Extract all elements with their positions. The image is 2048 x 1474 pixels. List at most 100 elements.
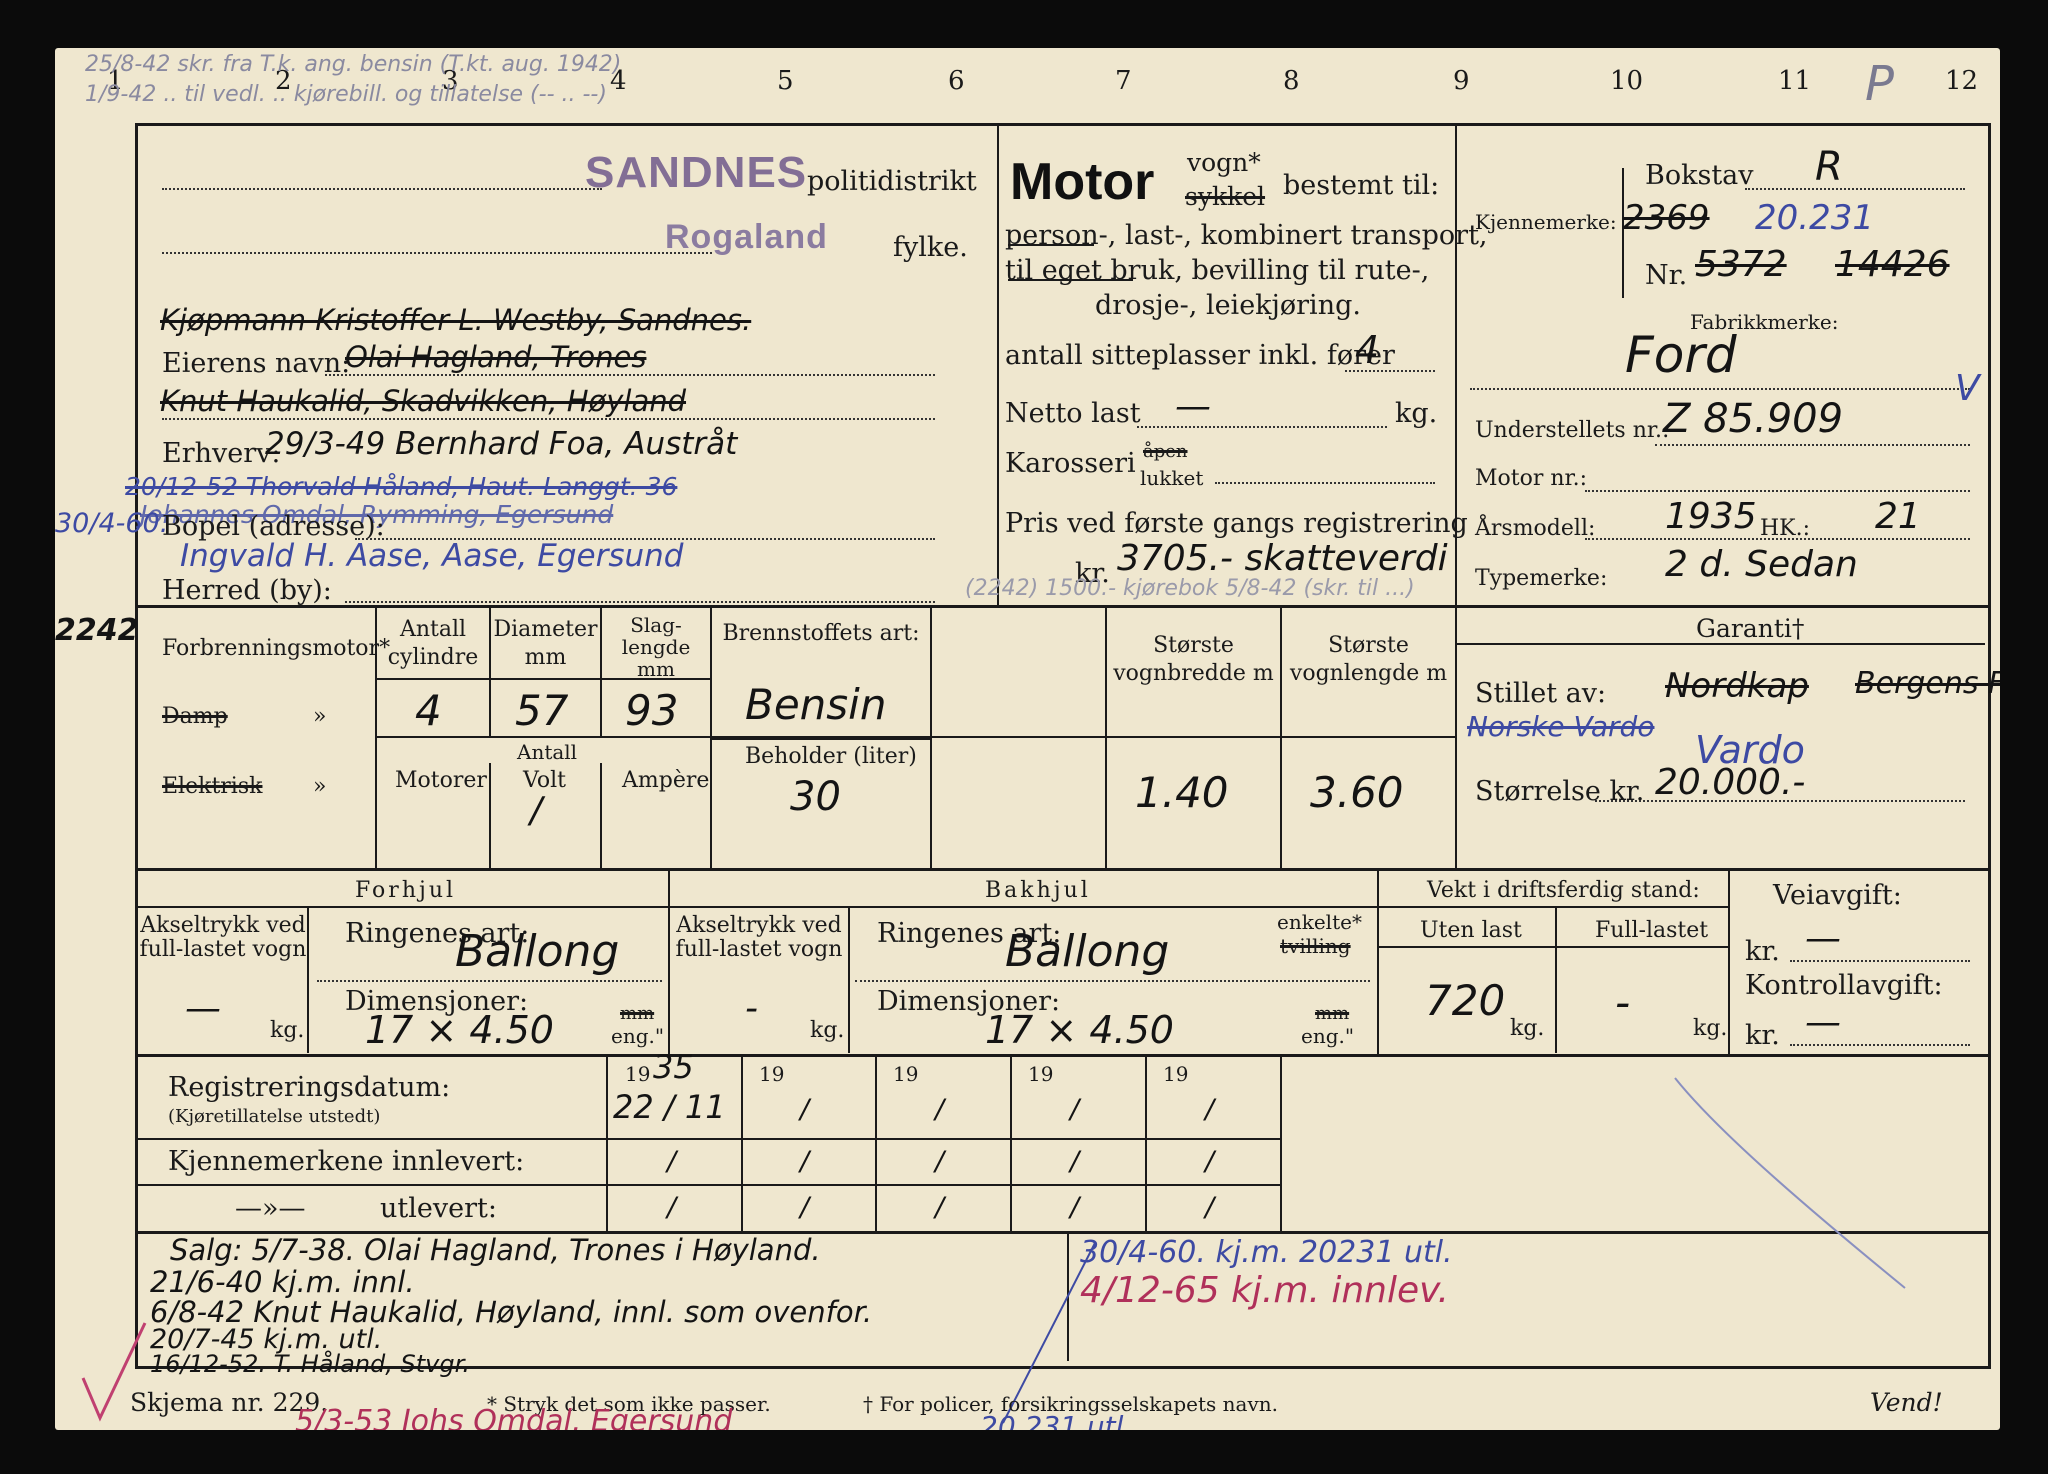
antall-label: Antall xyxy=(517,740,578,764)
elektrisk-label: Elektrisk xyxy=(162,774,263,799)
top-note-1: 25/8-42 skr. fra T.k. ang. bensin (T.kt.… xyxy=(85,52,622,77)
column-number: 7 xyxy=(1115,66,1132,96)
nr-new: 14426 xyxy=(1835,244,1950,285)
tvilling-label: tvilling xyxy=(1280,934,1351,958)
registration-card: 1 2 3 4 5 6 7 8 9 10 11 12 25/8-42 skr. … xyxy=(55,48,2000,1430)
eng-unit: eng." xyxy=(1301,1024,1355,1048)
year-label: Årsmodell: xyxy=(1475,516,1596,541)
letter-label: Bokstav xyxy=(1645,160,1754,191)
date-slash: / xyxy=(1205,1146,1215,1177)
seats-label: antall sitteplasser inkl. fører xyxy=(1005,340,1395,371)
body-closed: lukket xyxy=(1140,466,1204,490)
length-value: 3.60 xyxy=(1310,768,1404,817)
ditto-label: —»— xyxy=(235,1193,306,1224)
reg-date-label: Registreringsdatum: xyxy=(168,1072,451,1103)
cylinders-value: 4 xyxy=(415,686,442,735)
width-value: 1.40 xyxy=(1135,768,1229,817)
column-number: 10 xyxy=(1610,66,1644,96)
diameter-value: 57 xyxy=(515,686,569,735)
column-number: 6 xyxy=(948,66,965,96)
police-district-stamp: SANDNES xyxy=(585,148,808,197)
year-prefix: 19 xyxy=(759,1062,785,1086)
date-slash: / xyxy=(1070,1192,1080,1223)
nr-label: Nr. xyxy=(1645,260,1688,291)
year-value: 1935 xyxy=(1665,496,1757,537)
date-slash: / xyxy=(800,1192,810,1223)
hp-value: 21 xyxy=(1875,496,1921,537)
control-fee-value: — xyxy=(1805,1002,1841,1043)
year-prefix: 19 xyxy=(1163,1062,1189,1086)
weight-title: Vekt i driftsferdig stand: xyxy=(1427,878,1700,903)
owner-struck-1: Kjøpmann Kristoffer L. Westby, Sandnes. xyxy=(160,303,752,337)
date-slash: / xyxy=(1205,1192,1215,1223)
kr-label: kr. xyxy=(1745,936,1780,967)
motor-vogn: vogn* xyxy=(1187,148,1261,177)
damp-label: Damp xyxy=(162,704,228,729)
column-number: 8 xyxy=(1283,66,1300,96)
chassis-value: Z 85.909 xyxy=(1663,396,1844,442)
cylinders-header: Antall cylindre xyxy=(387,617,479,670)
kg-unit: kg. xyxy=(270,1018,305,1043)
owner-label: Eierens navn: xyxy=(162,348,351,379)
body-label: Karosseri xyxy=(1005,448,1136,479)
owner-struck-2: Olai Hagland, Trones xyxy=(345,340,647,374)
red-bottom-note: 5/3-53 Johs Omdal, Egersund xyxy=(295,1404,733,1430)
weight-full-value: - xyxy=(1615,978,1631,1027)
engine-no-label: Motor nr.: xyxy=(1475,466,1588,491)
turn-label: Vend! xyxy=(1870,1388,1943,1417)
motor-intended: bestemt til: xyxy=(1283,170,1440,201)
front-wheel-title: Forhjul xyxy=(355,878,457,903)
weight-empty-value: 720 xyxy=(1425,976,1506,1025)
note-line-2: 21/6-40 kj.m. innl. xyxy=(150,1265,415,1299)
plates-out-label: utlevert: xyxy=(380,1193,497,1224)
kr-label: kr. xyxy=(1745,1020,1780,1051)
column-number: 5 xyxy=(777,66,794,96)
year-prefix: 19 xyxy=(1028,1062,1054,1086)
police-district-label: politidistrikt xyxy=(807,166,977,197)
guarantee-size-label: Størrelse kr. xyxy=(1475,776,1645,807)
blue-struck-owner: 20/12-52 Thorvald Håland, Haut. Langgt. … xyxy=(125,472,678,501)
nr-old: 5372 xyxy=(1695,244,1787,285)
eng-unit: eng." xyxy=(611,1024,665,1048)
plates-in-label: Kjennemerkene innlevert: xyxy=(168,1146,525,1177)
blue-bottom-note: 20.231 utl. xyxy=(980,1410,1133,1430)
municipality-label: Herred (by): xyxy=(162,575,332,606)
motor-title: Motor xyxy=(1010,153,1155,211)
mm-unit: mm xyxy=(620,1003,655,1024)
tank-value: 30 xyxy=(790,774,841,820)
transport-types-2: til eget bruk, bevilling til rute-, xyxy=(1005,255,1430,286)
guarantee-size-value: 20.000.- xyxy=(1655,762,1806,803)
enkelte-label: enkelte* xyxy=(1277,910,1362,934)
tank-label: Beholder (liter) xyxy=(745,744,917,769)
column-number: 9 xyxy=(1453,66,1470,96)
stroke-value: 93 xyxy=(625,686,679,735)
rear-ring-value: Ballong xyxy=(1005,926,1170,977)
top-note-2: 1/9-42 .. til vedl. .. kjørebill. og til… xyxy=(85,82,607,107)
date-slash: / xyxy=(667,1146,677,1177)
county-label: fylke. xyxy=(893,232,968,263)
seats-value: 4 xyxy=(1355,328,1380,372)
width-header: Største vognbredde m xyxy=(1113,633,1274,686)
fuel-header: Brennstoffets art: xyxy=(722,621,920,646)
chassis-label: Understellets nr.: xyxy=(1475,418,1670,443)
first-reg-year: 35 xyxy=(653,1048,694,1086)
rear-axle-load-value: - xyxy=(745,988,758,1029)
front-axle-load-label: Akseltrykk ved full-lastet vogn xyxy=(139,913,307,962)
combustion-label: Forbrenningsmotor* xyxy=(162,636,391,661)
column-number: 11 xyxy=(1778,66,1812,96)
year-prefix: 19 xyxy=(893,1062,919,1086)
make-value: Ford xyxy=(1625,326,1737,384)
front-ring-value: Ballong xyxy=(455,926,620,977)
weight-full-label: Full-lastet xyxy=(1595,918,1709,943)
stroke-header: Slag-lengde mm xyxy=(621,613,691,681)
rear-dim-value: 17 × 4.50 xyxy=(985,1008,1174,1052)
column-number: 12 xyxy=(1945,66,1979,96)
transport-types-3: drosje-, leiekjøring. xyxy=(1095,290,1361,321)
red-note: 4/12-65 kj.m. innlev. xyxy=(1080,1270,1449,1311)
date-slash: / xyxy=(1205,1094,1215,1125)
year-prefix: 19 xyxy=(625,1062,651,1086)
occupation-label: Erhverv: xyxy=(162,438,281,469)
letter-value: R xyxy=(1815,144,1843,190)
mm-unit: mm xyxy=(1315,1003,1350,1024)
date-slash: / xyxy=(935,1146,945,1177)
